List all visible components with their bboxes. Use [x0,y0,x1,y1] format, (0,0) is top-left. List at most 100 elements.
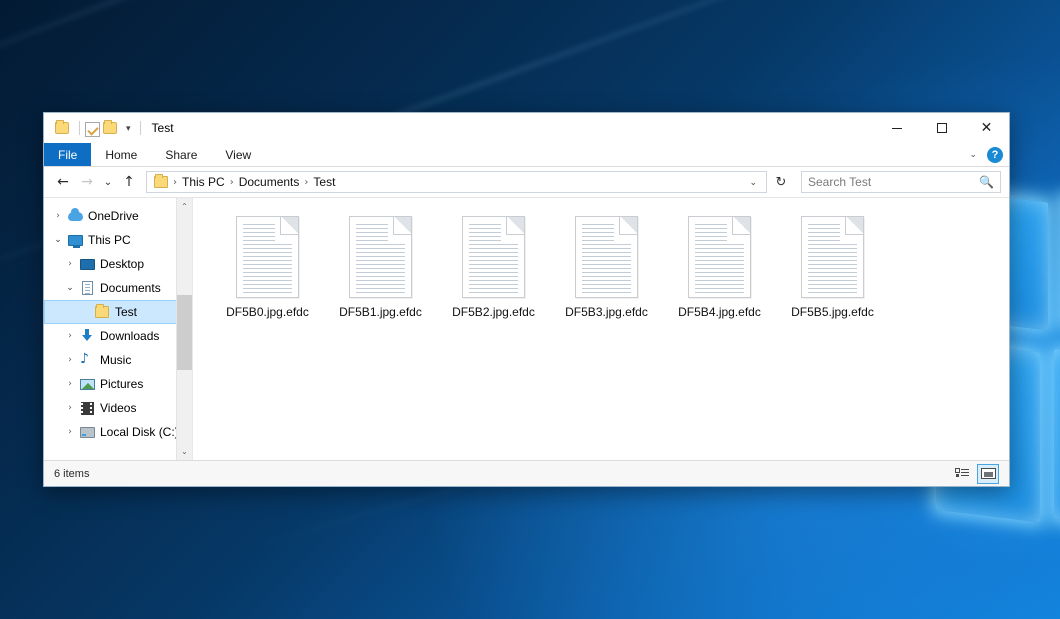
videos-icon [78,402,96,415]
item-count-label: 6 items [54,468,89,480]
pictures-icon [78,379,96,390]
chevron-down-icon[interactable]: ⌄ [959,149,987,160]
search-input[interactable] [808,175,979,189]
navigation-scrollbar[interactable]: ⌃ ⌄ [176,198,192,460]
close-button[interactable]: ✕ [964,113,1009,143]
breadcrumb-documents[interactable]: Documents [235,175,304,189]
generic-document-icon [349,216,412,298]
back-button[interactable]: ← [52,171,74,193]
breadcrumb-test[interactable]: Test [309,175,339,189]
details-view-button[interactable] [951,464,973,484]
breadcrumb-this-pc[interactable]: This PC [178,175,229,189]
generic-document-icon [462,216,525,298]
folder-icon[interactable] [55,120,71,136]
tab-home[interactable]: Home [91,143,151,166]
chevron-right-icon[interactable]: › [62,379,78,389]
sidebar-item-pictures[interactable]: › Pictures [44,372,192,396]
scroll-down-icon[interactable]: ⌄ [177,443,193,460]
new-folder-icon[interactable] [103,120,119,136]
chevron-down-icon[interactable]: ⌄ [50,235,66,245]
up-button[interactable]: ↑ [118,171,140,193]
sidebar-item-local-disk-c[interactable]: › Local Disk (C:) [44,420,192,444]
divider [140,121,141,135]
sidebar-item-videos[interactable]: › Videos [44,396,192,420]
scroll-up-icon[interactable]: ⌃ [177,198,193,215]
sidebar-item-label: Videos [100,401,136,415]
folder-icon [93,306,111,318]
file-item[interactable]: DF5B4.jpg.efdc [663,212,776,336]
generic-document-icon [688,216,751,298]
chevron-right-icon[interactable]: › [62,427,78,437]
window-title: Test [152,121,174,135]
desktop-wallpaper: ▾ Test ✕ File Home Share View ⌄ [0,0,1060,619]
chevron-right-icon[interactable]: › [62,403,78,413]
disk-icon [78,427,96,438]
ribbon-tab-bar: File Home Share View ⌄ ? [44,143,1009,167]
file-name-label: DF5B4.jpg.efdc [678,305,761,319]
file-name-label: DF5B1.jpg.efdc [339,305,422,319]
large-icons-view-icon [981,468,996,479]
sidebar-item-label: Pictures [100,377,143,391]
refresh-button[interactable]: ↻ [769,171,793,193]
properties-checkbox-icon[interactable] [85,122,100,137]
file-item[interactable]: DF5B2.jpg.efdc [437,212,550,336]
details-view-icon [955,468,969,479]
file-name-label: DF5B3.jpg.efdc [565,305,648,319]
search-icon[interactable]: 🔍 [979,175,994,189]
chevron-right-icon[interactable]: › [50,211,66,221]
tab-view[interactable]: View [211,143,265,166]
chevron-down-icon[interactable]: ⌄ [62,283,78,293]
large-icons-view-button[interactable] [977,464,999,484]
maximize-button[interactable] [919,113,964,143]
explorer-body: › OneDrive ⌄ This PC › Desktop ⌄ [44,197,1009,460]
sidebar-item-label: OneDrive [88,209,139,223]
forward-button[interactable]: → [76,171,98,193]
sidebar-item-this-pc[interactable]: ⌄ This PC [44,228,192,252]
status-bar: 6 items [44,460,1009,486]
chevron-right-icon[interactable]: › [62,259,78,269]
sidebar-item-music[interactable]: › ♪ Music [44,348,192,372]
scrollbar-track[interactable] [177,215,193,443]
desktop-icon [78,259,96,270]
sidebar-item-label: Documents [100,281,161,295]
chevron-right-icon[interactable]: › [62,331,78,341]
pc-icon [66,235,84,246]
window-controls: ✕ [874,113,1009,143]
view-mode-buttons [951,464,999,484]
tab-file[interactable]: File [44,143,91,166]
chevron-right-icon[interactable]: › [62,355,78,365]
scrollbar-thumb[interactable] [177,295,193,370]
recent-locations-button[interactable]: ⌄ [100,171,116,193]
title-bar: ▾ Test ✕ [44,113,1009,143]
tab-share[interactable]: Share [151,143,211,166]
help-icon[interactable]: ? [987,147,1003,163]
music-icon: ♪ [78,353,96,367]
close-icon: ✕ [981,121,993,135]
documents-icon [78,281,96,295]
minimize-icon [892,128,902,129]
sidebar-item-desktop[interactable]: › Desktop [44,252,192,276]
chevron-down-icon[interactable]: ▾ [126,124,131,133]
sidebar-item-downloads[interactable]: › Downloads [44,324,192,348]
file-item[interactable]: DF5B0.jpg.efdc [211,212,324,336]
file-name-label: DF5B0.jpg.efdc [226,305,309,319]
file-item[interactable]: DF5B3.jpg.efdc [550,212,663,336]
sidebar-item-onedrive[interactable]: › OneDrive [44,204,192,228]
sidebar-item-label: Test [115,305,137,319]
navigation-pane: › OneDrive ⌄ This PC › Desktop ⌄ [44,198,192,460]
minimize-button[interactable] [874,113,919,143]
cloud-icon [66,212,84,221]
chevron-down-icon[interactable]: ⌄ [742,177,764,188]
file-item[interactable]: DF5B5.jpg.efdc [776,212,889,336]
file-item[interactable]: DF5B1.jpg.efdc [324,212,437,336]
maximize-icon [937,123,947,133]
generic-document-icon [801,216,864,298]
sidebar-item-test[interactable]: Test [44,300,192,324]
sidebar-item-documents[interactable]: ⌄ Documents [44,276,192,300]
sidebar-item-label: Music [100,353,131,367]
file-explorer-window: ▾ Test ✕ File Home Share View ⌄ [43,112,1010,487]
file-list-view[interactable]: DF5B0.jpg.efdc DF5B1.jpg.efdc DF5B2.jpg.… [192,198,1009,460]
file-name-label: DF5B2.jpg.efdc [452,305,535,319]
address-bar[interactable]: › This PC › Documents › Test ⌄ [146,171,767,193]
search-box[interactable]: 🔍 [801,171,1001,193]
